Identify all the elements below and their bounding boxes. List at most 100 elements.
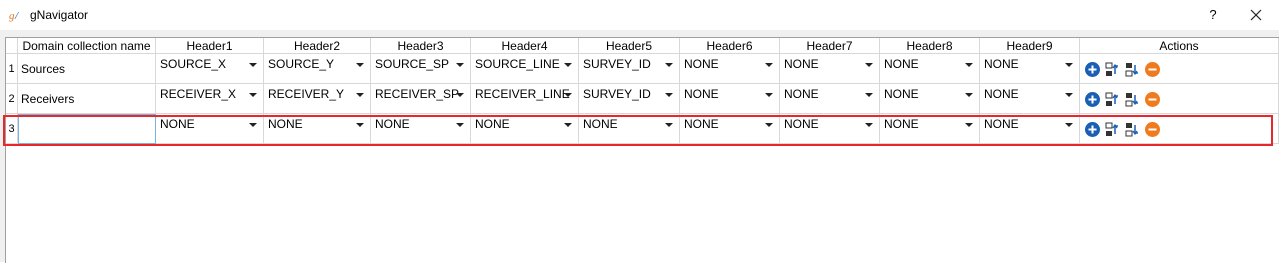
domain-name-cell[interactable]	[18, 114, 156, 144]
add-icon[interactable]	[1084, 91, 1101, 108]
header-cell: NONE	[780, 114, 880, 144]
dropdown-value: NONE	[984, 117, 1019, 131]
add-icon[interactable]	[1084, 61, 1101, 78]
header-mapping-dropdown[interactable]: NONE	[880, 84, 979, 106]
dropdown-value: NONE	[684, 87, 719, 101]
header-mapping-dropdown[interactable]: RECEIVER_LINE	[471, 84, 578, 106]
column-header-actions[interactable]: Actions	[1080, 38, 1279, 54]
header-cell: NONE	[980, 54, 1080, 84]
chevron-down-icon	[965, 63, 973, 67]
header-mapping-dropdown[interactable]: SOURCE_LINE	[471, 54, 578, 76]
column-header-header9[interactable]: Header9	[980, 38, 1080, 54]
header-cell: SURVEY_ID	[579, 84, 680, 114]
dropdown-value: NONE	[475, 117, 510, 131]
header-mapping-dropdown[interactable]: NONE	[780, 114, 879, 136]
domain-name-cell[interactable]: Sources	[18, 54, 156, 84]
insert-above-icon[interactable]	[1104, 121, 1121, 138]
column-header-domain-name[interactable]: Domain collection name	[18, 38, 156, 54]
chevron-down-icon	[356, 63, 364, 67]
actions-cell	[1080, 114, 1279, 144]
dropdown-value: RECEIVER_SP	[375, 87, 460, 101]
header-mapping-dropdown[interactable]: NONE	[680, 84, 779, 106]
header-cell: NONE	[980, 84, 1080, 114]
close-icon[interactable]	[1246, 5, 1266, 25]
insert-above-icon[interactable]	[1104, 91, 1121, 108]
remove-icon[interactable]	[1144, 61, 1161, 78]
chevron-down-icon	[765, 123, 773, 127]
column-header-header3[interactable]: Header3	[371, 38, 471, 54]
remove-icon[interactable]	[1144, 91, 1161, 108]
help-button[interactable]: ?	[1205, 5, 1221, 25]
header-mapping-dropdown[interactable]: SOURCE_Y	[264, 54, 370, 76]
dropdown-value: SOURCE_X	[160, 57, 227, 71]
header-mapping-dropdown[interactable]: NONE	[471, 114, 578, 136]
header-mapping-dropdown[interactable]: NONE	[980, 84, 1079, 106]
chevron-down-icon	[249, 123, 257, 127]
domain-name-cell[interactable]: Receivers	[18, 84, 156, 114]
insert-above-icon[interactable]	[1104, 61, 1121, 78]
column-header-header6[interactable]: Header6	[680, 38, 780, 54]
column-header-header2[interactable]: Header2	[264, 38, 371, 54]
header-mapping-dropdown[interactable]: NONE	[880, 54, 979, 76]
insert-below-icon[interactable]	[1124, 121, 1141, 138]
remove-icon[interactable]	[1144, 121, 1161, 138]
header-mapping-dropdown[interactable]: SOURCE_SP	[371, 54, 470, 76]
chevron-down-icon	[665, 63, 673, 67]
chevron-down-icon	[249, 63, 257, 67]
chevron-down-icon	[865, 93, 873, 97]
dropdown-value: NONE	[884, 57, 919, 71]
header-mapping-dropdown[interactable]: SURVEY_ID	[579, 84, 679, 106]
chevron-down-icon	[665, 123, 673, 127]
dropdown-value: NONE	[268, 117, 303, 131]
header-mapping-dropdown[interactable]: NONE	[980, 114, 1079, 136]
row-number[interactable]: 2	[6, 84, 18, 114]
chevron-down-icon	[456, 63, 464, 67]
header-cell: SOURCE_Y	[264, 54, 371, 84]
row-number[interactable]: 3	[6, 114, 18, 144]
row-number[interactable]: 1	[6, 54, 18, 84]
header-mapping-dropdown[interactable]: NONE	[780, 54, 879, 76]
add-icon[interactable]	[1084, 121, 1101, 138]
header-cell: NONE	[880, 54, 980, 84]
header-mapping-dropdown[interactable]: NONE	[579, 114, 679, 136]
dropdown-value: RECEIVER_X	[160, 87, 237, 101]
chevron-down-icon	[564, 93, 572, 97]
header-mapping-dropdown[interactable]: RECEIVER_Y	[264, 84, 370, 106]
chevron-down-icon	[1065, 63, 1073, 67]
header-mapping-dropdown[interactable]: NONE	[980, 54, 1079, 76]
chevron-down-icon	[1065, 123, 1073, 127]
dropdown-value: NONE	[375, 117, 410, 131]
header-mapping-dropdown[interactable]: NONE	[264, 114, 370, 136]
insert-below-icon[interactable]	[1124, 91, 1141, 108]
chevron-down-icon	[665, 93, 673, 97]
insert-below-icon[interactable]	[1124, 61, 1141, 78]
column-header-header4[interactable]: Header4	[471, 38, 579, 54]
chevron-down-icon	[765, 93, 773, 97]
column-header-header7[interactable]: Header7	[780, 38, 880, 54]
header-mapping-dropdown[interactable]: SURVEY_ID	[579, 54, 679, 76]
header-mapping-dropdown[interactable]: NONE	[680, 54, 779, 76]
dropdown-value: NONE	[684, 57, 719, 71]
header-cell: NONE	[780, 54, 880, 84]
column-header-header5[interactable]: Header5	[579, 38, 680, 54]
chevron-down-icon	[865, 63, 873, 67]
column-header-header1[interactable]: Header1	[156, 38, 264, 54]
header-mapping-dropdown[interactable]: NONE	[880, 114, 979, 136]
chevron-down-icon	[564, 63, 572, 67]
header-mapping-dropdown[interactable]: SOURCE_X	[156, 54, 263, 76]
chevron-down-icon	[564, 123, 572, 127]
header-mapping-dropdown[interactable]: RECEIVER_X	[156, 84, 263, 106]
header-mapping-dropdown[interactable]: RECEIVER_SP	[371, 84, 470, 106]
header-cell: NONE	[680, 54, 780, 84]
dropdown-value: NONE	[884, 87, 919, 101]
header-cell: RECEIVER_LINE	[471, 84, 579, 114]
column-header-header8[interactable]: Header8	[880, 38, 980, 54]
dropdown-value: SURVEY_ID	[583, 57, 651, 71]
header-mapping-dropdown[interactable]: NONE	[780, 84, 879, 106]
header-mapping-dropdown[interactable]: NONE	[156, 114, 263, 136]
dialog-content: Domain collection name Header1 Header2 Head…	[0, 30, 1279, 263]
header-cell: NONE	[264, 114, 371, 144]
header-mapping-dropdown[interactable]: NONE	[680, 114, 779, 136]
header-mapping-dropdown[interactable]: NONE	[371, 114, 470, 136]
dropdown-value: NONE	[684, 117, 719, 131]
